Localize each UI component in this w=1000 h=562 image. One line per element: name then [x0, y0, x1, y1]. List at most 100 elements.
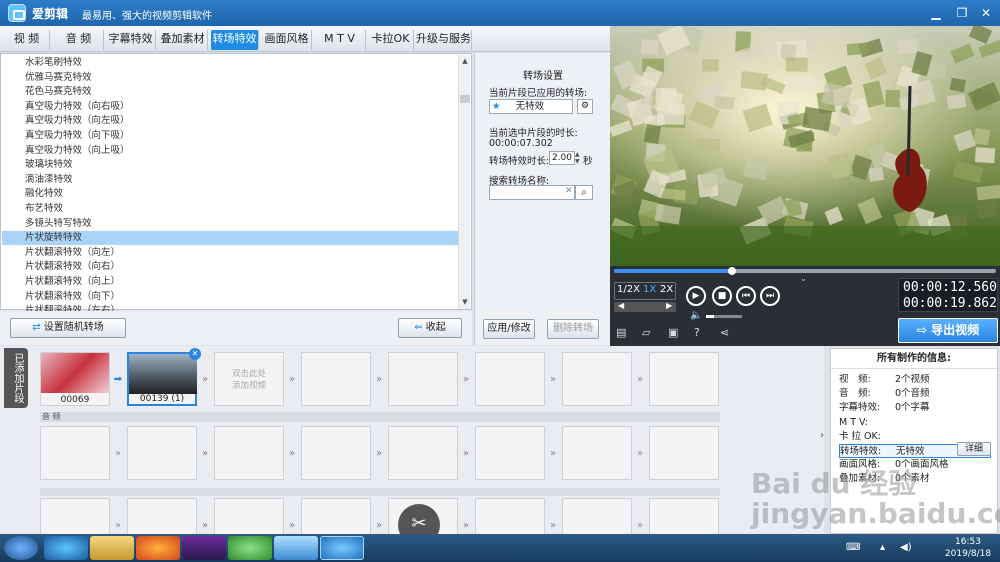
- transition-slot-icon[interactable]: »: [460, 374, 472, 386]
- effect-item[interactable]: 真空吸力特效（向右吸）: [25, 100, 457, 114]
- start-button-icon[interactable]: [4, 536, 38, 560]
- media-player-icon[interactable]: [44, 536, 88, 560]
- transition-slot-icon[interactable]: »: [547, 448, 559, 460]
- effect-item[interactable]: 真空吸力特效（向上吸）: [25, 144, 457, 158]
- detail-button[interactable]: 详细: [957, 442, 991, 456]
- aijianji-taskbar-icon[interactable]: [320, 536, 364, 560]
- empty-track-slot[interactable]: [475, 426, 545, 480]
- transition-slot-icon[interactable]: »: [634, 374, 646, 386]
- delete-transition-button[interactable]: 删除转场: [547, 319, 599, 339]
- chevron-down-icon[interactable]: ⌄: [800, 274, 807, 283]
- empty-track-slot[interactable]: [649, 426, 719, 480]
- progress-bar[interactable]: [614, 267, 996, 275]
- tab-mtv[interactable]: M T V: [314, 30, 366, 50]
- effect-item[interactable]: 片状翻滚特效（向上）: [25, 275, 457, 289]
- next-icon[interactable]: ⏭: [760, 286, 780, 306]
- empty-track-slot[interactable]: [388, 426, 458, 480]
- speed-2x[interactable]: 2X: [660, 284, 673, 295]
- empty-clip-slot[interactable]: [562, 352, 632, 406]
- share-icon[interactable]: ⋖: [720, 326, 729, 339]
- scrollbar-thumb[interactable]: [460, 95, 470, 103]
- prev-icon[interactable]: ⏮: [736, 286, 756, 306]
- video-preview[interactable]: [610, 26, 1000, 266]
- transition-slot-icon[interactable]: »: [112, 448, 124, 460]
- effect-item[interactable]: 真空吸力特效（向下吸）: [25, 129, 457, 143]
- tab-upgrade[interactable]: 升级与服务: [416, 30, 472, 50]
- stop-icon[interactable]: ■: [712, 286, 732, 306]
- effect-duration-input[interactable]: 2.00: [549, 151, 575, 165]
- clear-search-icon[interactable]: ✕: [565, 186, 573, 196]
- progress-knob[interactable]: [728, 267, 737, 275]
- effect-item[interactable]: 多镜头特写特效: [25, 217, 457, 231]
- effect-item[interactable]: 真空吸力特效（向左吸）: [25, 114, 457, 128]
- firefox-icon[interactable]: [136, 536, 180, 560]
- volume-slider[interactable]: [706, 315, 742, 318]
- tab-subtitle[interactable]: 字幕特效: [106, 30, 156, 50]
- sync-app-icon[interactable]: [228, 536, 272, 560]
- list-scrollbar[interactable]: ▲ ▼: [458, 55, 470, 309]
- close-button[interactable]: ✕: [976, 4, 996, 22]
- transition-slot-icon[interactable]: »: [286, 448, 298, 460]
- tab-audio[interactable]: 音 频: [54, 30, 104, 50]
- search-icon[interactable]: ⌕: [575, 185, 593, 200]
- effect-item[interactable]: 片状翻滚特效（向右）: [25, 260, 457, 274]
- play-icon[interactable]: ▶: [686, 286, 706, 306]
- remove-clip-icon[interactable]: ✕: [189, 348, 201, 360]
- transition-slot-icon[interactable]: »: [286, 374, 298, 386]
- step-forward-icon[interactable]: ▶: [666, 301, 672, 310]
- effect-item[interactable]: 布艺特效: [25, 202, 457, 216]
- speed-half[interactable]: 1/2X: [617, 284, 640, 295]
- expand-panel-icon[interactable]: ›: [820, 430, 824, 441]
- view-transition-icon[interactable]: ⚙: [577, 99, 593, 114]
- effect-item[interactable]: 花色马赛克特效: [25, 85, 457, 99]
- transition-slot-icon[interactable]: »: [199, 448, 211, 460]
- effect-item[interactable]: 优雅马赛克特效: [25, 71, 457, 85]
- transition-slot-icon[interactable]: »: [112, 520, 124, 532]
- apply-button[interactable]: 应用/修改: [483, 319, 535, 339]
- effect-item[interactable]: 片状旋转特效: [2, 231, 458, 246]
- timeline-clip[interactable]: 00139 (1) ✕: [127, 348, 201, 406]
- new-project-icon[interactable]: ▤: [616, 326, 626, 339]
- video-app-icon[interactable]: [182, 536, 226, 560]
- tab-transition[interactable]: 转场特效: [211, 30, 259, 50]
- effect-item[interactable]: 融化特效: [25, 187, 457, 201]
- random-transition-button[interactable]: ⇄ 设置随机转场: [10, 318, 126, 338]
- tray-arrow-icon[interactable]: ▴: [880, 542, 885, 553]
- empty-track-slot[interactable]: [40, 426, 110, 480]
- scroll-up-icon[interactable]: ▲: [460, 56, 470, 66]
- system-clock[interactable]: 16:53 2019/8/18: [940, 536, 996, 560]
- search-input[interactable]: [489, 185, 575, 200]
- scroll-down-icon[interactable]: ▼: [460, 297, 470, 307]
- effect-item[interactable]: 水彩笔刷特效: [25, 56, 457, 70]
- transition-slot-icon[interactable]: »: [373, 448, 385, 460]
- transition-slot-icon[interactable]: »: [634, 520, 646, 532]
- keyboard-icon[interactable]: ⌨: [846, 542, 860, 553]
- volume-tray-icon[interactable]: ◀): [900, 542, 912, 553]
- tab-style[interactable]: 画面风格: [262, 30, 312, 50]
- file-explorer-icon[interactable]: [90, 536, 134, 560]
- transition-slot-icon[interactable]: »: [634, 448, 646, 460]
- empty-track-slot[interactable]: [214, 426, 284, 480]
- maximize-button[interactable]: ❐: [952, 4, 972, 22]
- help-icon[interactable]: ?: [694, 326, 700, 339]
- effect-item[interactable]: 滴油漆特效: [25, 173, 457, 187]
- transition-slot-icon[interactable]: »: [373, 520, 385, 532]
- speed-1x[interactable]: 1X: [643, 284, 656, 295]
- transition-slot-icon[interactable]: »: [199, 374, 211, 386]
- timeline-clip[interactable]: 00069: [40, 352, 110, 406]
- duration-stepper-icon[interactable]: ▲ ▼: [575, 151, 581, 165]
- transition-slot-icon[interactable]: »: [460, 520, 472, 532]
- effect-item[interactable]: 玻璃块特效: [25, 158, 457, 172]
- save-icon[interactable]: ▣: [668, 326, 678, 339]
- empty-clip-slot[interactable]: [475, 352, 545, 406]
- empty-track-slot[interactable]: [562, 426, 632, 480]
- notes-app-icon[interactable]: [274, 536, 318, 560]
- transition-slot-icon[interactable]: »: [373, 374, 385, 386]
- transition-slot-icon[interactable]: »: [547, 374, 559, 386]
- tab-karaoke[interactable]: 卡拉OK: [368, 30, 414, 50]
- empty-clip-slot[interactable]: [388, 352, 458, 406]
- minimize-button[interactable]: ▁: [926, 4, 946, 22]
- collapse-button[interactable]: ⇐ 收起: [398, 318, 462, 338]
- transition-slot-icon[interactable]: »: [199, 520, 211, 532]
- export-video-button[interactable]: ⇨ 导出视频: [898, 318, 998, 343]
